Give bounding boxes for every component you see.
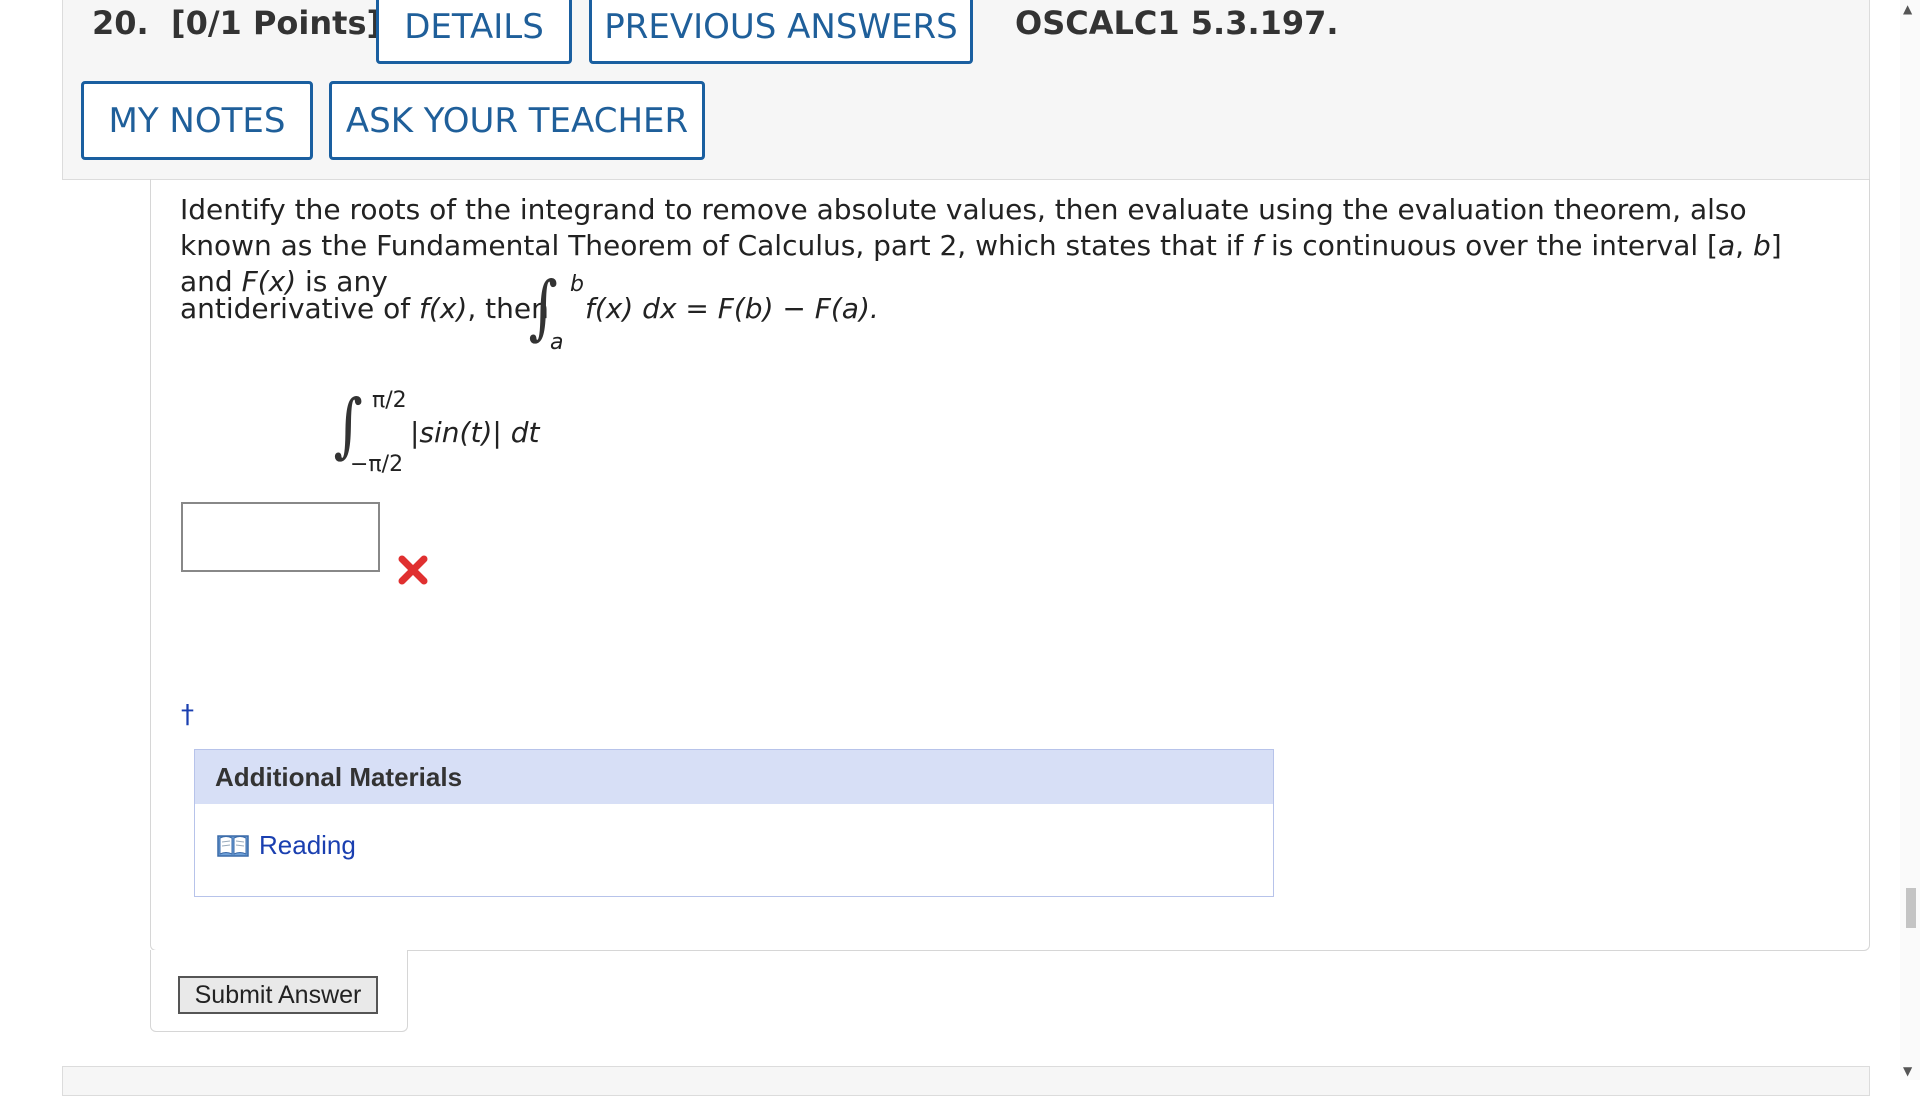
additional-materials-title: Additional Materials (195, 750, 1273, 804)
additional-materials-panel: Additional Materials Reading (194, 749, 1274, 897)
previous-answers-button[interactable]: PREVIOUS ANSWERS (589, 0, 973, 64)
scroll-up-arrow-icon[interactable]: ▲ (1903, 2, 1912, 16)
details-button[interactable]: DETAILS (376, 0, 572, 64)
answer-input[interactable] (181, 502, 380, 572)
submit-answer-button[interactable]: Submit Answer (178, 976, 378, 1014)
reading-label[interactable]: Reading (259, 830, 356, 861)
book-icon (217, 834, 249, 857)
scroll-down-arrow-icon[interactable]: ▼ (1903, 1064, 1912, 1078)
question-number: 20. [0/1 Points] (92, 4, 382, 42)
instructions-text: Identify the roots of the integrand to r… (180, 193, 1782, 298)
integral-sign: ∫ (333, 384, 363, 466)
question-source: OSCALC1 5.3.197. (1015, 4, 1339, 42)
scrollbar-thumb[interactable] (1906, 888, 1916, 928)
next-question-header (62, 1066, 1870, 1096)
incorrect-x-icon (398, 555, 428, 585)
footnote-dagger[interactable]: † (181, 700, 194, 730)
ask-teacher-button[interactable]: ASK YOUR TEACHER (329, 81, 705, 160)
reading-link[interactable]: Reading (217, 830, 356, 861)
my-notes-button[interactable]: MY NOTES (81, 81, 313, 160)
